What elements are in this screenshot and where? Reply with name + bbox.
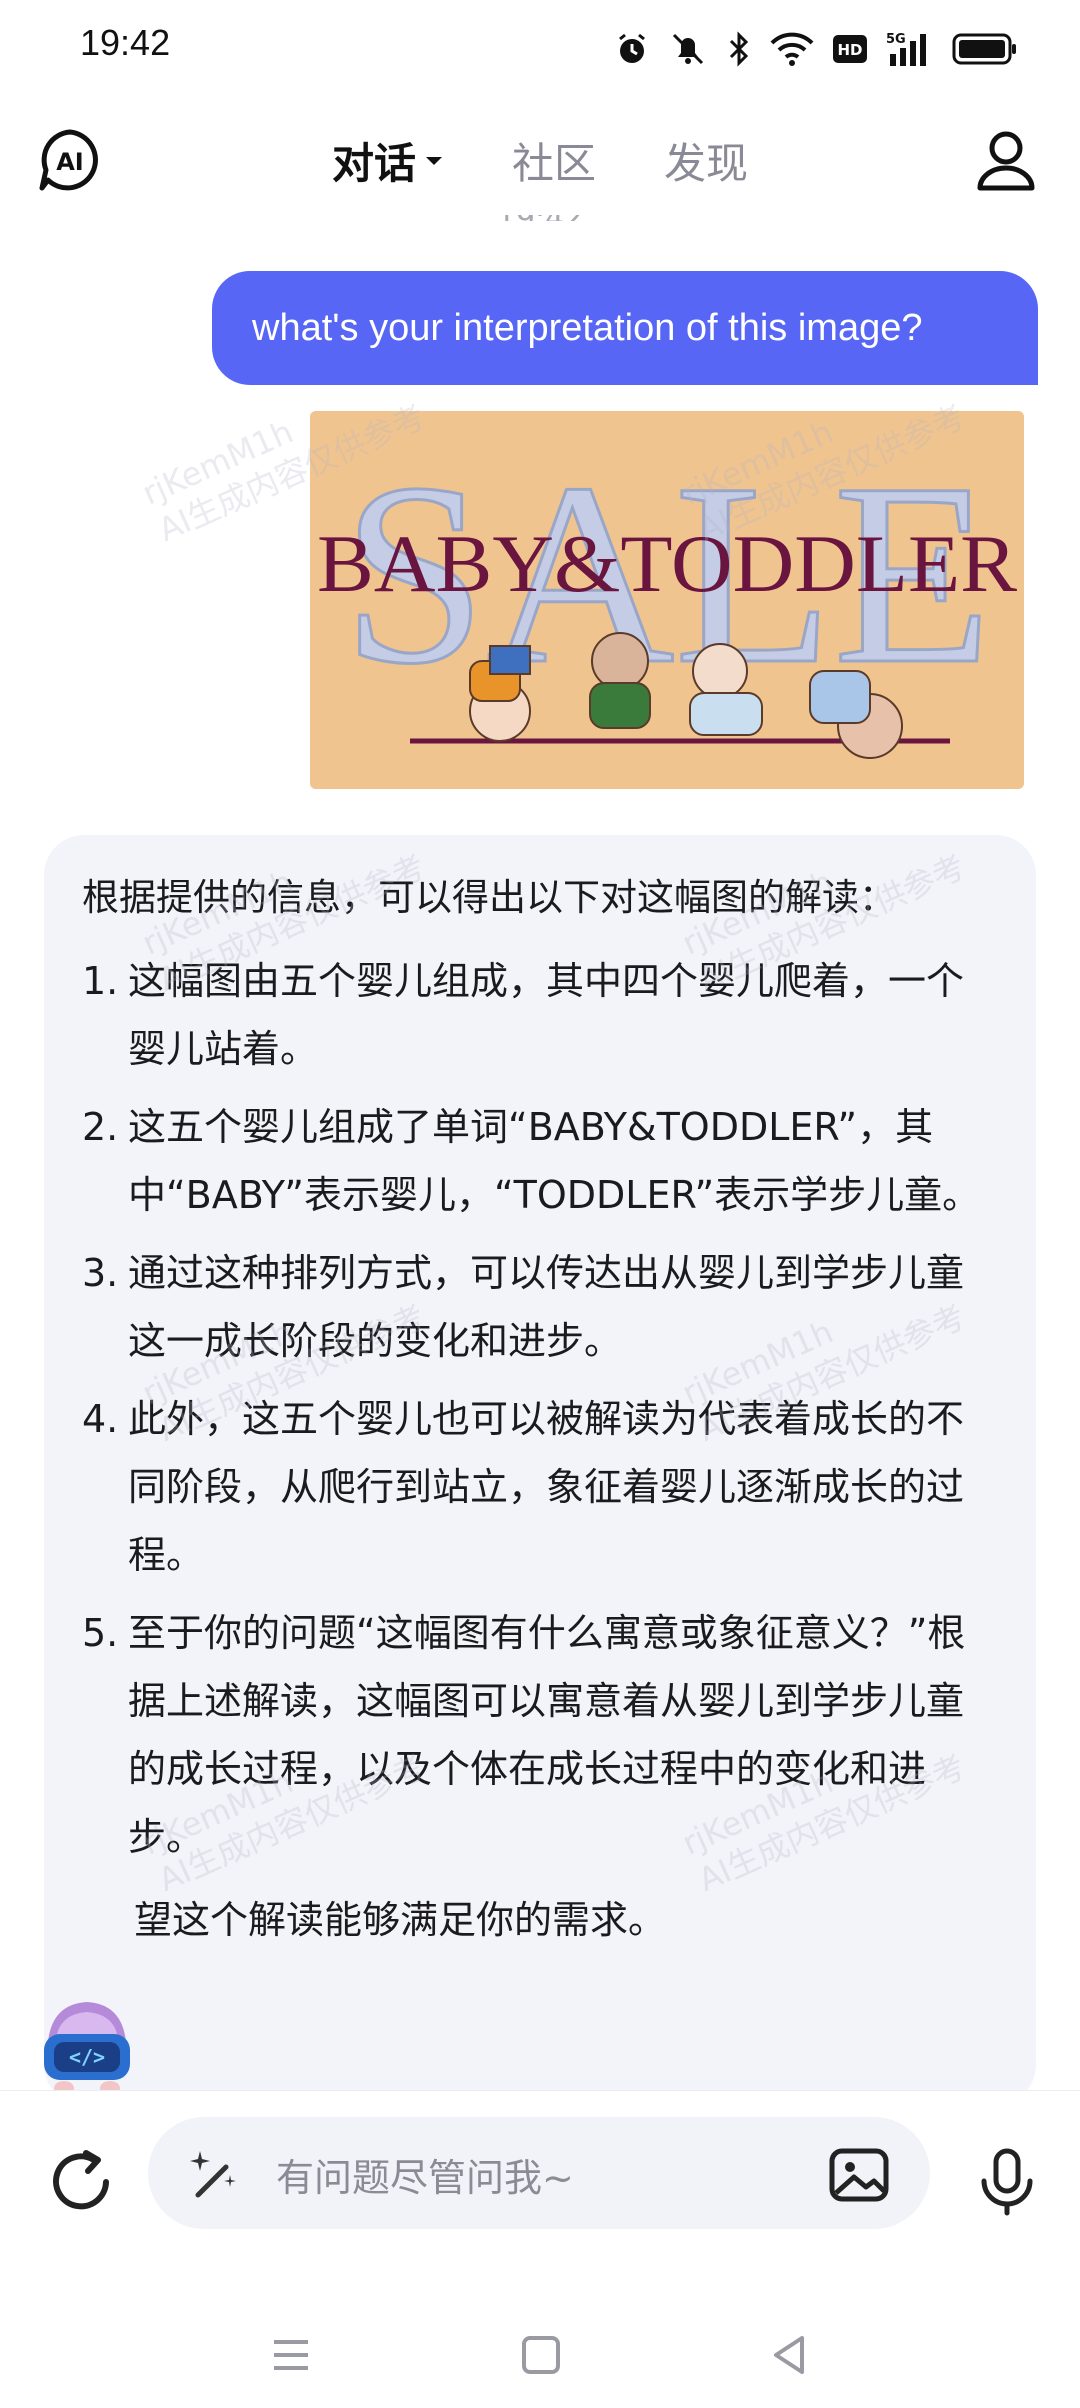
list-item-text: 这五个婴儿组成了单词“BABY&TODDLER”，其中“BABY”表示婴儿，“T…	[128, 1105, 981, 1217]
signal-5g-icon: 5G	[886, 32, 926, 66]
tab-discover[interactable]: 发现	[630, 130, 782, 191]
system-nav-bar	[0, 2300, 1080, 2408]
ai-response-list: 1. 这幅图由五个婴儿组成，其中四个婴儿爬着，一个婴儿站着。 2. 这五个婴儿组…	[82, 947, 994, 1871]
profile-icon[interactable]	[972, 126, 1040, 194]
ai-response-intro: 根据提供的信息，可以得出以下对这幅图的解读：	[82, 876, 896, 919]
tab-community[interactable]: 社区	[478, 130, 630, 191]
status-icons: HD 5G	[614, 24, 1018, 74]
alarm-icon	[619, 33, 645, 63]
chevron-down-icon	[425, 156, 442, 165]
back-icon[interactable]	[764, 2330, 814, 2380]
svg-text:HD: HD	[837, 41, 862, 59]
magic-wand-icon[interactable]	[184, 2145, 242, 2203]
list-item-text: 此外，这五个婴儿也可以被解读为代表着成长的不同阶段，从爬行到站立，象征着婴儿逐渐…	[128, 1397, 965, 1577]
tab-chat-label: 对话	[331, 139, 416, 188]
refresh-icon[interactable]	[44, 2145, 118, 2219]
list-item: 2. 这五个婴儿组成了单词“BABY&TODDLER”，其中“BABY”表示婴儿…	[82, 1093, 994, 1229]
bluetooth-icon	[729, 31, 749, 67]
list-item-number: 4.	[82, 1397, 119, 1441]
status-time: 19:42	[80, 22, 171, 63]
list-item-number: 2.	[82, 1105, 119, 1149]
status-bar: 19:42 HD 5G	[0, 0, 1080, 96]
assistant-avatar[interactable]: </>	[34, 1994, 140, 2100]
image-upload-icon[interactable]	[824, 2139, 894, 2209]
baby-toddler-sale-image: SALE BABY&TODDLER	[310, 411, 1024, 789]
tab-community-label: 社区	[511, 139, 596, 188]
image-baby-toddler-text: BABY&TODDLER	[317, 518, 1017, 609]
ai-response-closing: 望这个解读能够满足你的需求。	[134, 1898, 667, 1942]
tab-chat[interactable]: 对话	[298, 130, 478, 191]
list-item-text: 至于你的问题“这幅图有什么寓意或象征意义？”根据上述解读，这幅图可以寓意着从婴儿…	[128, 1611, 966, 1859]
list-item-number: 3.	[82, 1251, 119, 1295]
message-input[interactable]: 有问题尽管问我~	[148, 2117, 930, 2229]
list-item: 4. 此外，这五个婴儿也可以被解读为代表着成长的不同阶段，从爬行到站立，象征着婴…	[82, 1385, 994, 1589]
list-item: 3. 通过这种排列方式，可以传达出从婴儿到学步儿童这一成长阶段的变化和进步。	[82, 1239, 994, 1375]
list-item-number: 1.	[82, 959, 119, 1003]
input-placeholder: 有问题尽管问我~	[276, 2156, 574, 2200]
chat-area[interactable]: 19:42 what's your interpretation of this…	[0, 215, 1080, 2090]
svg-text:5G: 5G	[886, 32, 906, 47]
user-message-text: what's your interpretation of this image…	[252, 306, 923, 349]
user-message-bubble[interactable]: what's your interpretation of this image…	[212, 271, 1038, 385]
nav-tabs: 对话 社区 发现	[0, 130, 1080, 191]
microphone-icon[interactable]	[972, 2145, 1042, 2219]
menu-icon[interactable]	[266, 2330, 316, 2380]
list-item-text: 通过这种排列方式，可以传达出从婴儿到学步儿童这一成长阶段的变化和进步。	[128, 1251, 965, 1363]
ai-response-bubble[interactable]: 根据提供的信息，可以得出以下对这幅图的解读： 1. 这幅图由五个婴儿组成，其中四…	[44, 835, 1036, 2090]
message-timestamp: 19:42	[0, 215, 1080, 221]
list-item-number: 5.	[82, 1611, 119, 1655]
list-item-text: 这幅图由五个婴儿组成，其中四个婴儿爬着，一个婴儿站着。	[128, 959, 965, 1071]
svg-text:</>: </>	[69, 2045, 105, 2069]
battery-icon	[952, 33, 1016, 65]
hd-icon: HD	[833, 35, 867, 63]
wifi-icon	[770, 32, 814, 66]
home-icon[interactable]	[516, 2330, 566, 2380]
list-item: 1. 这幅图由五个婴儿组成，其中四个婴儿爬着，一个婴儿站着。	[82, 947, 994, 1083]
input-area: 有问题尽管问我~	[0, 2090, 1080, 2281]
uploaded-image[interactable]: SALE BABY&TODDLER	[310, 411, 1024, 789]
list-item: 5. 至于你的问题“这幅图有什么寓意或象征意义？”根据上述解读，这幅图可以寓意着…	[82, 1599, 994, 1871]
mute-icon	[672, 33, 704, 65]
top-header: AI 对话 社区 发现	[0, 100, 1080, 220]
tab-discover-label: 发现	[664, 139, 749, 188]
